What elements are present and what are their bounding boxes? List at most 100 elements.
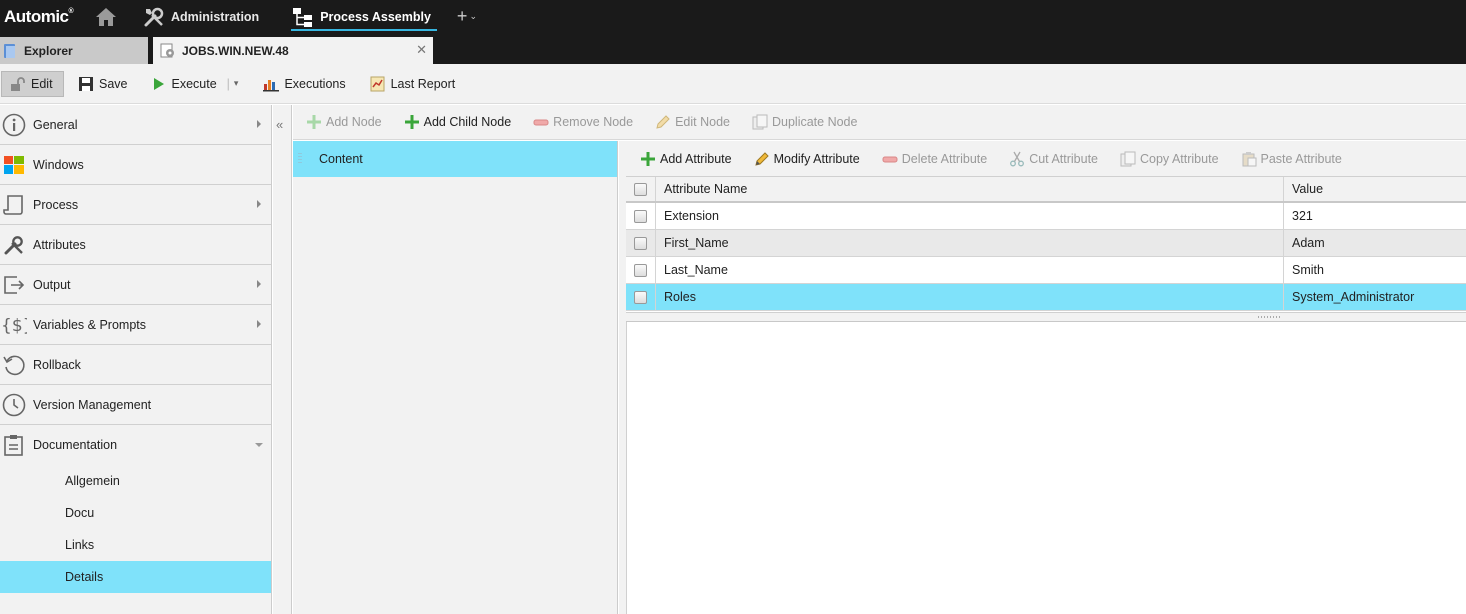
edit-button[interactable]: Edit	[1, 70, 64, 97]
cut-attribute-button[interactable]: Cut Attribute	[1009, 151, 1098, 167]
tree-node-content[interactable]: Content	[293, 141, 617, 177]
brand-logo[interactable]: Automic ®	[4, 7, 88, 27]
sidebar-item-label: Documentation	[33, 438, 118, 452]
sidebar-subitem-details[interactable]: Details	[0, 561, 271, 593]
nav-administration[interactable]: Administration	[142, 0, 259, 33]
modify-attribute-button[interactable]: Modify Attribute	[754, 151, 860, 167]
row-checkbox[interactable]	[634, 209, 647, 223]
select-all-checkbox[interactable]	[634, 182, 647, 196]
brand-trademark: ®	[68, 7, 74, 15]
attribute-value-cell: Adam	[1292, 236, 1325, 250]
execute-dropdown-icon[interactable]: ▾	[234, 78, 239, 89]
sidebar-item-rollback[interactable]: Rollback	[0, 345, 271, 385]
modify-attribute-label: Modify Attribute	[773, 151, 860, 166]
sidebar-item-documentation[interactable]: Documentation	[0, 425, 271, 465]
copy-icon	[1120, 151, 1136, 167]
row-checkbox-cell	[626, 257, 656, 283]
attribute-name-cell: First_Name	[656, 230, 1284, 256]
table-row[interactable]: First_Name Adam	[626, 230, 1466, 257]
vertical-splitter[interactable]	[619, 141, 626, 614]
save-label: Save	[99, 76, 128, 91]
chevron-right-icon	[257, 200, 261, 208]
edit-node-button[interactable]: Edit Node	[655, 114, 730, 130]
sidebar: General Windows Process Attributes Outpu…	[0, 105, 272, 614]
execute-separator: |	[226, 76, 230, 91]
table-row[interactable]: Roles System_Administrator	[626, 284, 1466, 311]
report-icon	[370, 76, 386, 92]
nav-process-assembly[interactable]: Process Assembly	[291, 0, 437, 33]
add-attribute-button[interactable]: Add Attribute	[640, 151, 732, 167]
horizontal-splitter[interactable]	[626, 312, 1466, 322]
variables-braces-icon: {$}	[1, 312, 27, 338]
scissors-icon	[1009, 151, 1025, 167]
row-checkbox-cell	[626, 203, 656, 229]
executions-button[interactable]: Executions	[257, 71, 351, 97]
home-icon[interactable]	[94, 6, 118, 28]
sidebar-subitem-allgemein[interactable]: Allgemein	[0, 465, 271, 497]
sidebar-item-label: Attributes	[33, 237, 86, 252]
tab-job[interactable]: JOBS.WIN.NEW.48 ✕	[153, 37, 433, 64]
tab-explorer[interactable]: Explorer	[0, 37, 148, 64]
minus-icon	[533, 114, 549, 130]
tree-node-label: Content	[319, 152, 363, 166]
sidebar-item-attributes[interactable]: Attributes	[0, 225, 271, 265]
attribute-name-cell: Last_Name	[656, 257, 1284, 283]
row-checkbox[interactable]	[634, 263, 647, 277]
pencil-icon	[655, 114, 671, 130]
column-header-value[interactable]: Value	[1284, 177, 1466, 201]
copy-attribute-label: Copy Attribute	[1140, 151, 1219, 166]
brand-name: Automic	[4, 6, 69, 26]
column-header-attribute-name[interactable]: Attribute Name	[656, 177, 1284, 201]
close-icon[interactable]: ✕	[416, 42, 427, 58]
add-perspective-button[interactable]: + ⌄	[457, 6, 477, 27]
clock-icon	[1, 392, 27, 418]
job-gear-icon	[160, 43, 176, 59]
minus-icon	[882, 151, 898, 167]
svg-text:{$}: {$}	[1, 316, 27, 336]
sidebar-item-process[interactable]: Process	[0, 185, 271, 225]
sidebar-item-label: Variables & Prompts	[33, 317, 147, 332]
row-checkbox[interactable]	[634, 236, 647, 250]
sidebar-item-output[interactable]: Output	[0, 265, 271, 305]
row-checkbox[interactable]	[634, 290, 647, 304]
table-row[interactable]: Extension 321	[626, 203, 1466, 230]
sidebar-subitem-docu[interactable]: Docu	[0, 497, 271, 529]
table-row[interactable]: Last_Name Smith	[626, 257, 1466, 284]
sidebar-item-windows[interactable]: Windows	[0, 145, 271, 185]
chevron-right-icon	[257, 120, 261, 128]
sidebar-item-label: Output	[33, 277, 71, 292]
sidebar-item-label: General	[33, 117, 78, 132]
row-checkbox-cell	[626, 284, 656, 310]
splitter-grip-icon	[1258, 316, 1282, 318]
plus-icon	[640, 151, 656, 167]
last-report-button[interactable]: Last Report	[364, 71, 462, 97]
sidebar-item-variables-prompts[interactable]: {$} Variables & Prompts	[0, 305, 271, 345]
delete-attribute-button[interactable]: Delete Attribute	[882, 151, 987, 167]
execute-button[interactable]: Execute | ▾	[145, 71, 245, 97]
duplicate-node-button[interactable]: Duplicate Node	[752, 114, 857, 130]
edit-label: Edit	[31, 76, 53, 91]
remove-node-button[interactable]: Remove Node	[533, 114, 633, 130]
plus-icon: +	[456, 6, 468, 26]
add-child-node-button[interactable]: Add Child Node	[404, 114, 511, 130]
copy-attribute-button[interactable]: Copy Attribute	[1120, 151, 1219, 167]
sidebar-subitem-label: Links	[65, 538, 95, 552]
collapse-double-chevron-icon[interactable]: «	[276, 117, 283, 132]
chevron-right-icon	[257, 280, 261, 288]
select-all-cell	[626, 177, 656, 201]
chevron-right-icon	[257, 320, 261, 328]
attribute-name-cell: Roles	[656, 284, 1284, 310]
nav-process-assembly-label: Process Assembly	[320, 9, 431, 24]
tab-job-label: JOBS.WIN.NEW.48	[182, 43, 289, 58]
sidebar-item-version-management[interactable]: Version Management	[0, 385, 271, 425]
drag-handle-icon[interactable]	[298, 153, 302, 165]
sidebar-subitem-links[interactable]: Links	[0, 529, 271, 561]
add-node-label: Add Node	[326, 115, 382, 129]
sidebar-item-label: Version Management	[33, 397, 152, 412]
add-node-button[interactable]: Add Node	[306, 114, 382, 130]
save-button[interactable]: Save	[72, 71, 134, 97]
delete-attribute-label: Delete Attribute	[901, 151, 988, 166]
sidebar-item-general[interactable]: General	[0, 105, 271, 145]
duplicate-icon	[752, 114, 768, 130]
paste-attribute-button[interactable]: Paste Attribute	[1241, 151, 1342, 167]
